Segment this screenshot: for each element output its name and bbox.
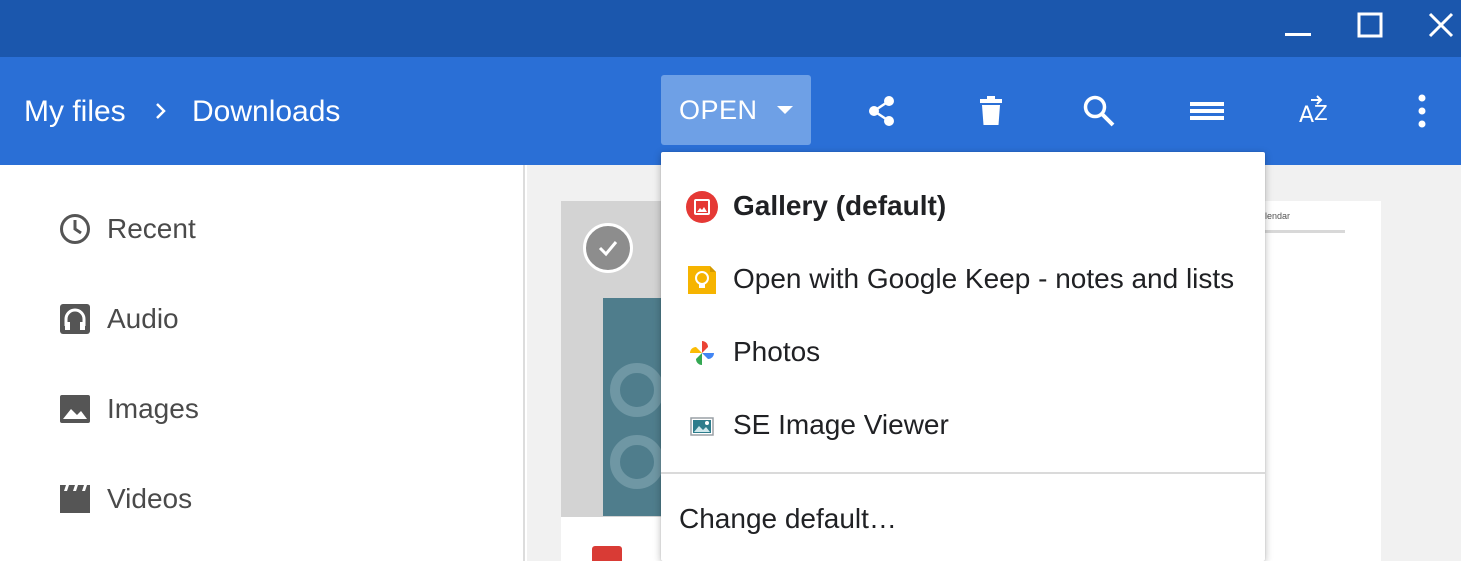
share-icon bbox=[869, 96, 894, 126]
menu-item-label: Photos bbox=[733, 336, 821, 367]
minimize-icon bbox=[1285, 33, 1311, 36]
open-with-menu: Gallery (default) Open with Google Keep … bbox=[661, 152, 1265, 561]
menu-item-se-image-viewer[interactable]: SE Image Viewer bbox=[661, 389, 1265, 462]
change-default-label: Change default… bbox=[679, 503, 897, 534]
svg-text:A: A bbox=[1299, 103, 1314, 128]
breadcrumb-my-files[interactable]: My files bbox=[24, 92, 126, 132]
headphones-icon bbox=[60, 304, 90, 334]
menu-item-google-keep[interactable]: Open with Google Keep - notes and lists bbox=[661, 243, 1265, 316]
sidebar-item-label: Videos bbox=[107, 483, 193, 514]
sidebar-item-label: Audio bbox=[107, 303, 179, 334]
change-default-item[interactable]: Change default… bbox=[661, 484, 1265, 554]
caret-down-icon bbox=[777, 106, 793, 114]
sidebar-item-recent[interactable]: Recent bbox=[0, 195, 523, 265]
search-button[interactable] bbox=[1073, 85, 1125, 137]
menu-item-label: SE Image Viewer bbox=[733, 409, 949, 440]
sidebar-item-audio[interactable]: Audio bbox=[0, 285, 523, 355]
thumbnail-line bbox=[1265, 230, 1345, 233]
app-toolbar: My files Downloads OPEN A Z bbox=[0, 57, 1461, 165]
video-icon bbox=[60, 485, 90, 513]
sidebar-item-label: Images bbox=[107, 393, 199, 424]
sidebar-item-videos[interactable]: Videos bbox=[0, 465, 523, 535]
menu-divider bbox=[661, 472, 1265, 474]
menu-item-photos[interactable]: Photos bbox=[661, 316, 1265, 389]
more-vert-icon bbox=[1418, 94, 1426, 128]
thumbnail-text: lendar bbox=[1265, 211, 1291, 221]
keep-icon bbox=[688, 266, 716, 294]
window-title-bar bbox=[0, 0, 1461, 57]
delete-button[interactable] bbox=[965, 85, 1017, 137]
breadcrumb-downloads[interactable]: Downloads bbox=[192, 92, 340, 132]
file-thumbnail[interactable]: lendar bbox=[1263, 201, 1381, 561]
sidebar-item-label: Recent bbox=[107, 213, 196, 244]
sidebar: Recent Audio Images Videos bbox=[0, 165, 525, 561]
chevron-right-icon bbox=[156, 103, 166, 119]
menu-item-label: Open with Google Keep - notes and lists bbox=[733, 263, 1235, 294]
checkmark-icon bbox=[598, 241, 618, 257]
sort-icon: A Z bbox=[1299, 95, 1328, 128]
list-view-button[interactable] bbox=[1181, 85, 1233, 137]
selected-check-badge[interactable] bbox=[583, 223, 633, 273]
image-icon bbox=[60, 395, 90, 423]
menu-item-gallery[interactable]: Gallery (default) bbox=[661, 170, 1265, 243]
maximize-button[interactable] bbox=[1342, 0, 1398, 50]
close-icon bbox=[1428, 12, 1454, 38]
sort-button[interactable]: A Z bbox=[1289, 85, 1341, 137]
open-button-label: OPEN bbox=[679, 94, 758, 125]
open-button[interactable]: OPEN bbox=[661, 75, 811, 145]
more-options-button[interactable] bbox=[1396, 85, 1448, 137]
share-button[interactable] bbox=[856, 85, 908, 137]
delete-icon bbox=[980, 96, 1002, 125]
close-button[interactable] bbox=[1413, 0, 1461, 50]
minimize-button[interactable] bbox=[1270, 0, 1326, 50]
menu-item-label: Gallery (default) bbox=[733, 190, 947, 221]
file-type-icon bbox=[592, 546, 622, 561]
svg-text:Z: Z bbox=[1314, 101, 1328, 125]
image-viewer-icon bbox=[690, 417, 714, 436]
search-icon bbox=[1083, 95, 1115, 127]
clock-icon bbox=[60, 214, 90, 244]
gallery-icon bbox=[686, 191, 718, 223]
maximize-icon bbox=[1357, 12, 1383, 38]
list-view-icon bbox=[1190, 102, 1224, 120]
sidebar-item-images[interactable]: Images bbox=[0, 375, 523, 445]
photos-icon bbox=[690, 341, 714, 365]
